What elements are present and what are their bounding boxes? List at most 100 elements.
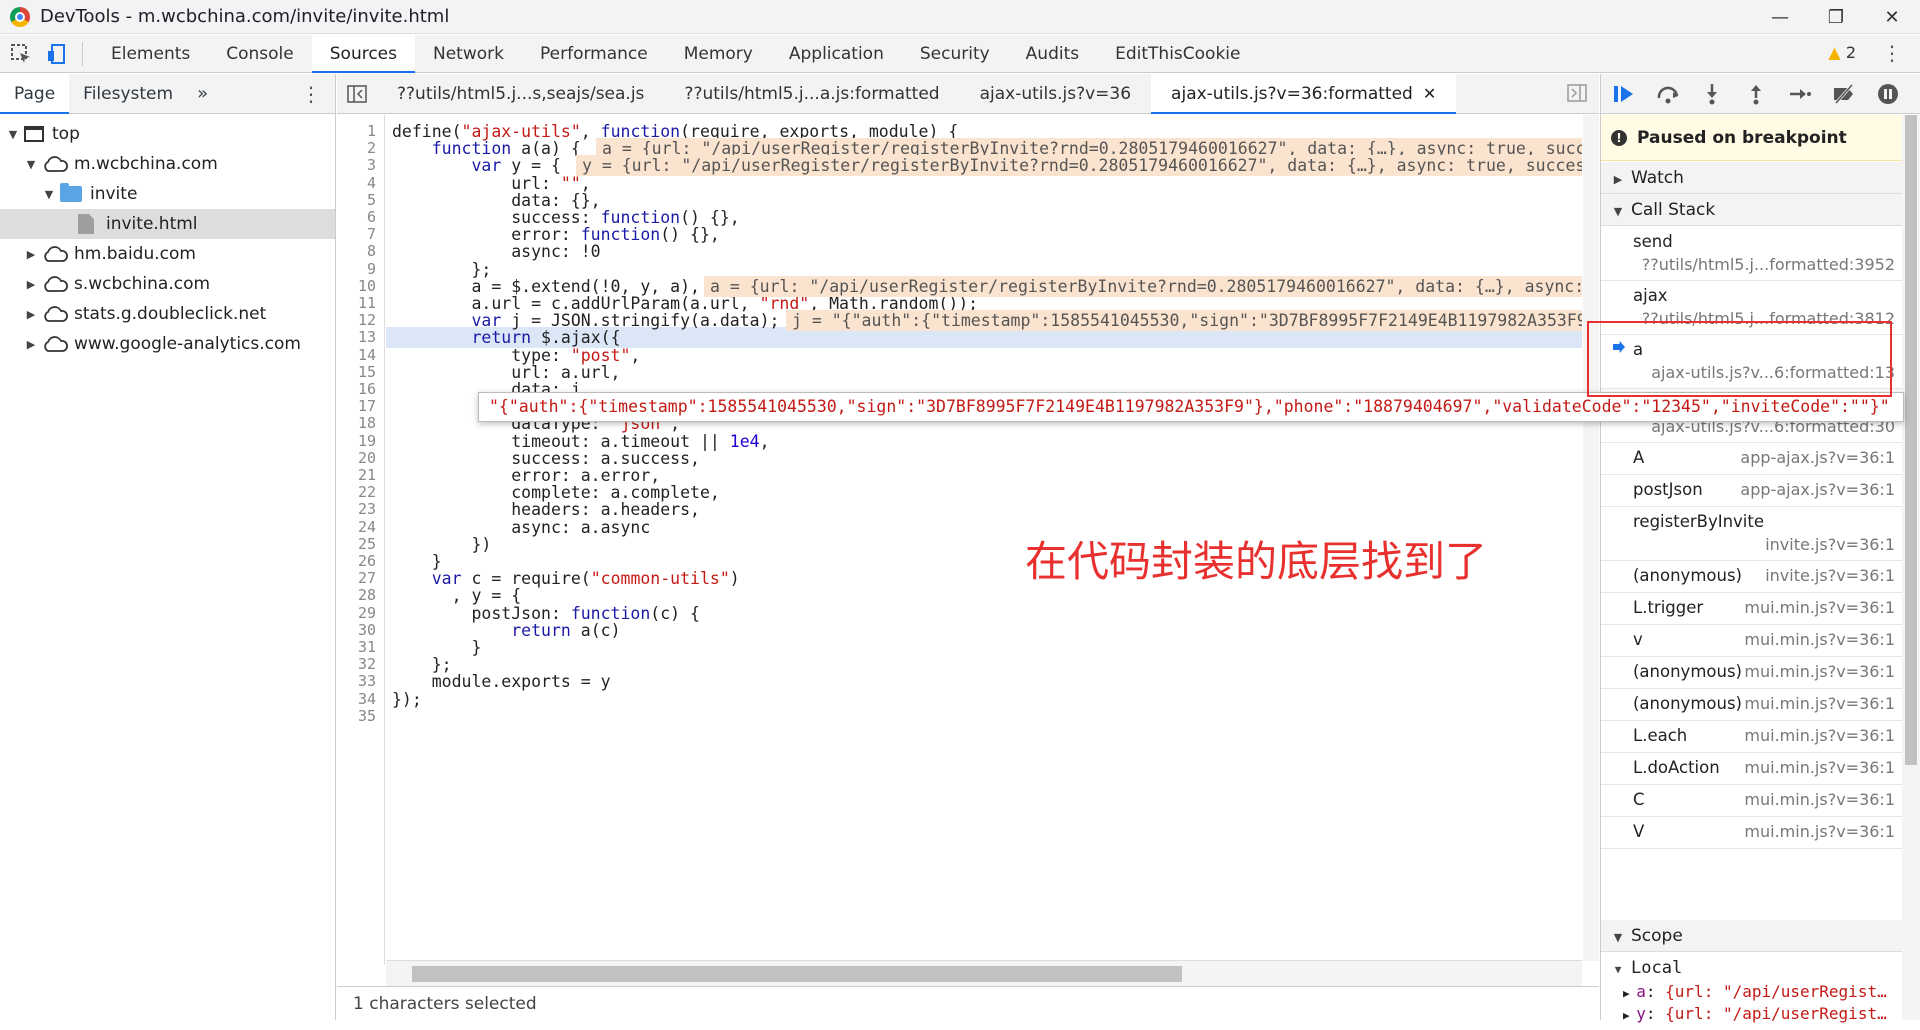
cloud-icon (42, 336, 68, 352)
call-frame[interactable]: L.trigger mui.min.js?v=36:1 (1601, 593, 1903, 625)
line-number[interactable]: 35 (358, 706, 376, 727)
frame-icon (24, 126, 44, 142)
device-toolbar-icon[interactable] (42, 39, 72, 69)
collapsed-triangle-icon[interactable]: ▶ (1623, 1009, 1636, 1022)
code-line[interactable]: }); (392, 689, 422, 710)
tab-security[interactable]: Security (902, 35, 1008, 73)
call-stack-section-header[interactable]: ▼ Call Stack (1601, 194, 1903, 226)
call-frame[interactable]: Cmui.min.js?v=36:1 (1601, 785, 1903, 817)
step-out-icon[interactable] (1741, 79, 1771, 109)
expanded-triangle-icon[interactable]: ▼ (24, 158, 38, 171)
tab-memory[interactable]: Memory (666, 35, 771, 73)
scope-variable-value: {url: "/api/userRegist… (1665, 1004, 1887, 1023)
local-scope-header[interactable]: ▼ Local (1601, 952, 1903, 984)
call-frame-function: v (1633, 630, 1643, 649)
editor-tab-label: ajax-utils.js?v=36:formatted (1171, 83, 1413, 104)
scope-section-header[interactable]: ▼ Scope (1601, 920, 1903, 952)
editor-tab-list: ??utils/html5.j...s,seajs/sea.js ??utils/… (377, 73, 1457, 114)
call-frame[interactable]: Aapp-ajax.js?v=36:1 (1601, 443, 1903, 475)
call-frame[interactable]: L.doAction mui.min.js?v=36:1 (1601, 753, 1903, 785)
debugger-scrollbar[interactable] (1902, 115, 1920, 1020)
scrollbar-thumb[interactable] (1905, 115, 1917, 765)
call-frame[interactable]: L.each mui.min.js?v=36:1 (1601, 721, 1903, 753)
tree-item-label: invite (90, 184, 138, 204)
resume-icon[interactable] (1609, 79, 1639, 109)
tree-item[interactable]: ▼ invite (0, 179, 335, 209)
scope-variable[interactable]: ▶ y: {url: "/api/userRegist… (1601, 1004, 1903, 1030)
expanded-triangle-icon[interactable]: ▼ (6, 128, 20, 141)
step-icon[interactable] (1785, 79, 1815, 109)
local-label: Local (1631, 958, 1683, 978)
collapsed-triangle-icon[interactable]: ▶ (24, 308, 38, 321)
warnings-indicator[interactable]: ▲ 2 (1828, 43, 1856, 62)
settings-menu-icon[interactable]: ⋮ (1882, 41, 1902, 65)
code-line[interactable]: module.exports = y (392, 671, 611, 692)
tab-network[interactable]: Network (415, 35, 522, 73)
more-tabs-icon[interactable]: » (187, 83, 218, 104)
close-tab-icon[interactable]: ✕ (1423, 84, 1436, 103)
call-frame-function: (anonymous) (1633, 694, 1742, 713)
tree-item[interactable]: ▶ www.google-analytics.com (0, 329, 335, 359)
minimize-button[interactable]: — (1752, 0, 1808, 34)
call-frame[interactable]: registerByInvite invite.js?v=36:1 (1601, 507, 1903, 561)
collapsed-triangle-icon[interactable]: ▶ (24, 278, 38, 291)
collapsed-triangle-icon[interactable]: ▶ (1623, 987, 1636, 1000)
call-frame-function: L.trigger (1633, 598, 1704, 617)
editor-horizontal-scrollbar[interactable] (386, 960, 1582, 986)
call-frame[interactable]: (anonymous) invite.js?v=36:1 (1601, 561, 1903, 593)
close-window-button[interactable]: ✕ (1864, 0, 1920, 34)
expanded-triangle-icon[interactable]: ▼ (42, 188, 56, 201)
toggle-navigator-icon[interactable] (337, 84, 377, 103)
call-frame[interactable]: (anonymous) mui.min.js?v=36:1 (1601, 657, 1903, 689)
annotation-text: 在代码封装的底层找到了 (1025, 537, 1488, 586)
collapsed-triangle-icon[interactable]: ▶ (24, 248, 38, 261)
devtools-toolbar: Elements Console Sources Network Performance… (0, 34, 1920, 73)
step-over-icon[interactable] (1653, 79, 1683, 109)
scope-variable-value: {url: "/api/userRegist… (1665, 982, 1887, 1001)
call-frame[interactable]: send ??utils/html5.j...formatted:3952 (1601, 227, 1903, 281)
tab-elements[interactable]: Elements (93, 35, 208, 73)
editor-tab[interactable]: ajax-utils.js?v=36 (960, 74, 1151, 114)
editor-tab[interactable]: ??utils/html5.j...s,seajs/sea.js (377, 74, 664, 114)
tree-item[interactable]: invite.html (0, 209, 335, 239)
call-frame-location: mui.min.js?v=36:1 (1744, 630, 1895, 649)
inspect-element-icon[interactable] (6, 39, 36, 69)
paused-banner: ! Paused on breakpoint (1601, 115, 1903, 161)
tab-page[interactable]: Page (0, 73, 70, 114)
maximize-button[interactable]: ❐ (1808, 0, 1864, 34)
collapsed-triangle-icon[interactable]: ▶ (24, 338, 38, 351)
tree-item[interactable]: ▼ m.wcbchina.com (0, 149, 335, 179)
navigator-menu-icon[interactable]: ⋮ (301, 82, 321, 106)
call-frame-location: mui.min.js?v=36:1 (1744, 694, 1895, 713)
inline-value: j = "{"auth":{"timestamp":1585541045530,… (786, 310, 1582, 332)
step-into-icon[interactable] (1697, 79, 1727, 109)
call-frame[interactable]: (anonymous) mui.min.js?v=36:1 (1601, 689, 1903, 721)
tab-sources[interactable]: Sources (311, 34, 415, 73)
call-frame-function: send (1633, 232, 1673, 251)
deactivate-breakpoints-icon[interactable] (1829, 79, 1859, 109)
tab-filesystem[interactable]: Filesystem (69, 74, 187, 114)
tree-item[interactable]: ▶ s.wcbchina.com (0, 269, 335, 299)
call-frame-location: app-ajax.js?v=36:1 (1740, 448, 1895, 467)
tab-console[interactable]: Console (208, 35, 312, 73)
watch-section-header[interactable]: ▶ Watch (1601, 162, 1903, 194)
tab-application[interactable]: Application (771, 35, 902, 73)
tree-item[interactable]: ▼ top (0, 119, 335, 149)
toggle-debugger-icon[interactable] (1567, 84, 1587, 106)
line-number-gutter[interactable]: 1 2 3 4 5 6 7 8 9 10 11 12 13 14 15 16 17 18 19 20 21 22 23 24 2… (337, 115, 385, 965)
call-frame[interactable]: v mui.min.js?v=36:1 (1601, 625, 1903, 657)
tab-editthiscookie[interactable]: EditThisCookie (1097, 35, 1258, 73)
editor-tab[interactable]: ??utils/html5.j...a.js:formatted (664, 74, 959, 114)
toolbar-divider (82, 41, 83, 66)
scrollbar-thumb[interactable] (412, 966, 1182, 982)
call-frame[interactable]: postJson app-ajax.js?v=36:1 (1601, 475, 1903, 507)
editor-tab[interactable]: ajax-utils.js?v=36:formatted ✕ (1151, 73, 1457, 114)
tree-item[interactable]: ▶ stats.g.doubleclick.net (0, 299, 335, 329)
tab-audits[interactable]: Audits (1008, 35, 1097, 73)
call-frame-function: A (1633, 448, 1645, 467)
pause-on-exceptions-icon[interactable] (1873, 79, 1903, 109)
call-frame[interactable]: Vmui.min.js?v=36:1 (1601, 817, 1903, 849)
tab-performance[interactable]: Performance (522, 35, 666, 73)
tree-item[interactable]: ▶ hm.baidu.com (0, 239, 335, 269)
editor-vertical-scrollbar[interactable] (1583, 115, 1599, 961)
